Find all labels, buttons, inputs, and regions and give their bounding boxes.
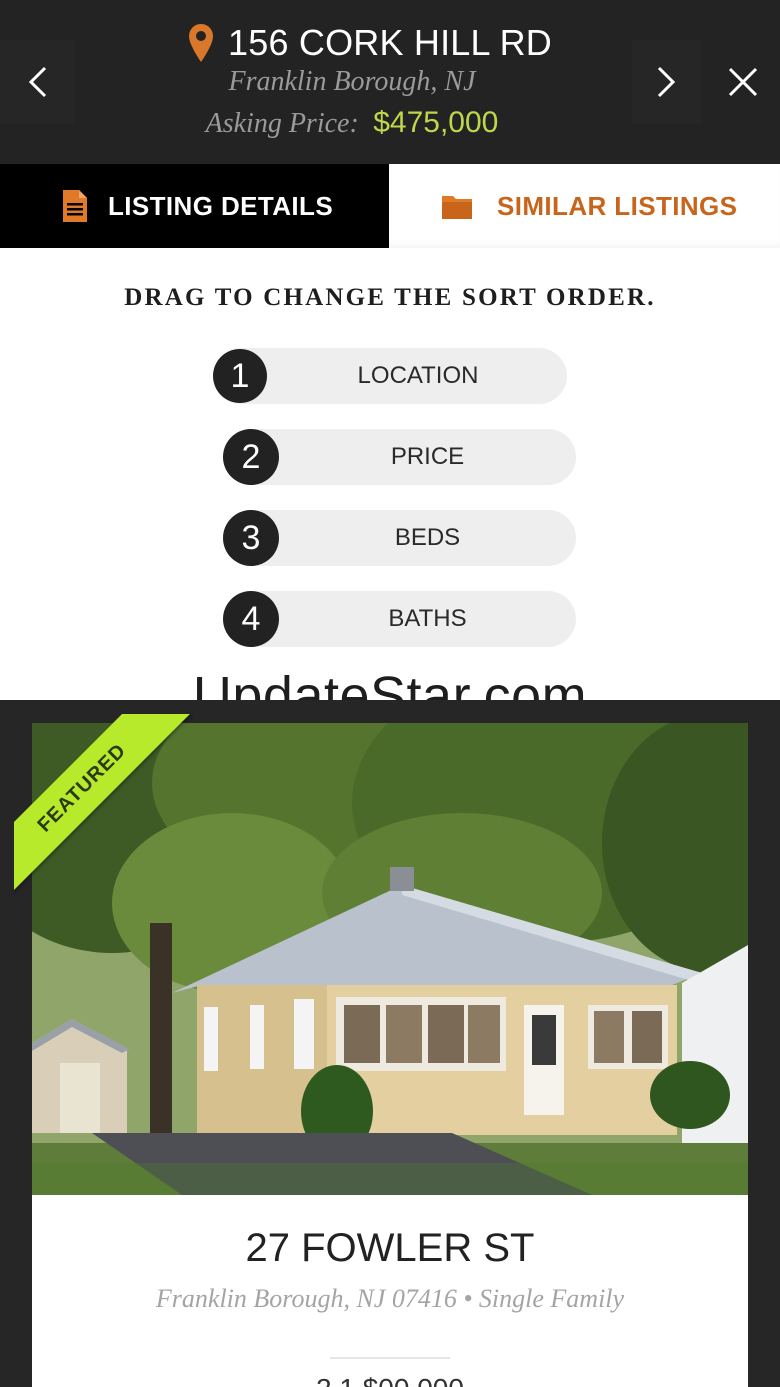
asking-price: Asking Price: $475,000 <box>0 106 704 140</box>
chevron-right-icon <box>657 66 676 98</box>
watermark: UpdateStar.com <box>0 664 780 700</box>
sort-item-price[interactable]: 2 PRICE <box>223 429 576 485</box>
tab-similar-listings[interactable]: SIMILAR LISTINGS <box>389 164 780 248</box>
sort-rank: 4 <box>223 591 279 647</box>
sort-item-baths[interactable]: 4 BATHS <box>223 591 576 647</box>
close-icon <box>728 67 758 97</box>
map-pin-icon <box>189 24 213 62</box>
tab-label: SIMILAR LISTINGS <box>497 190 738 221</box>
sort-item-location[interactable]: 1 LOCATION <box>213 348 567 404</box>
close-button[interactable] <box>706 40 780 124</box>
price-label: Asking Price: <box>205 108 359 139</box>
listing-photo[interactable] <box>32 723 748 1195</box>
address-line: 156 CORK HILL RD <box>0 22 700 64</box>
house-photo <box>32 723 748 1195</box>
sort-label: LOCATION <box>357 362 479 389</box>
listing-header: 156 CORK HILL RD Franklin Borough, NJ As… <box>0 0 780 164</box>
listing-meta: Franklin Borough, NJ 07416 • Single Fami… <box>155 1284 625 1313</box>
listing-stats-text: 2 1 $00,000 <box>32 1374 748 1387</box>
sort-label: BEDS <box>394 524 461 551</box>
sort-rank: 1 <box>213 349 267 403</box>
next-button[interactable] <box>632 40 702 124</box>
property-address: 156 CORK HILL RD <box>228 22 552 63</box>
price-value: $475,000 <box>373 106 499 139</box>
listing-address[interactable]: 27 FOWLER ST <box>32 1226 748 1271</box>
listing-stats-peek: 2 1 $00,000 <box>32 1374 748 1387</box>
sort-rank: 3 <box>223 510 279 566</box>
watermark-text: UpdateStar.com <box>192 666 588 700</box>
sort-label: BATHS <box>388 605 467 632</box>
sort-item-beds[interactable]: 3 BEDS <box>223 510 576 566</box>
tab-label: LISTING DETAILS <box>108 190 334 221</box>
sort-rank: 2 <box>223 429 279 485</box>
card-divider <box>330 1357 450 1359</box>
sort-label: PRICE <box>390 443 465 470</box>
folder-icon <box>442 196 472 219</box>
tab-listing-details[interactable]: LISTING DETAILS <box>0 164 389 248</box>
property-city: Franklin Borough, NJ <box>228 66 476 97</box>
sort-instructions: DRAG TO CHANGE THE SORT ORDER. <box>124 284 656 311</box>
document-icon <box>63 190 87 222</box>
